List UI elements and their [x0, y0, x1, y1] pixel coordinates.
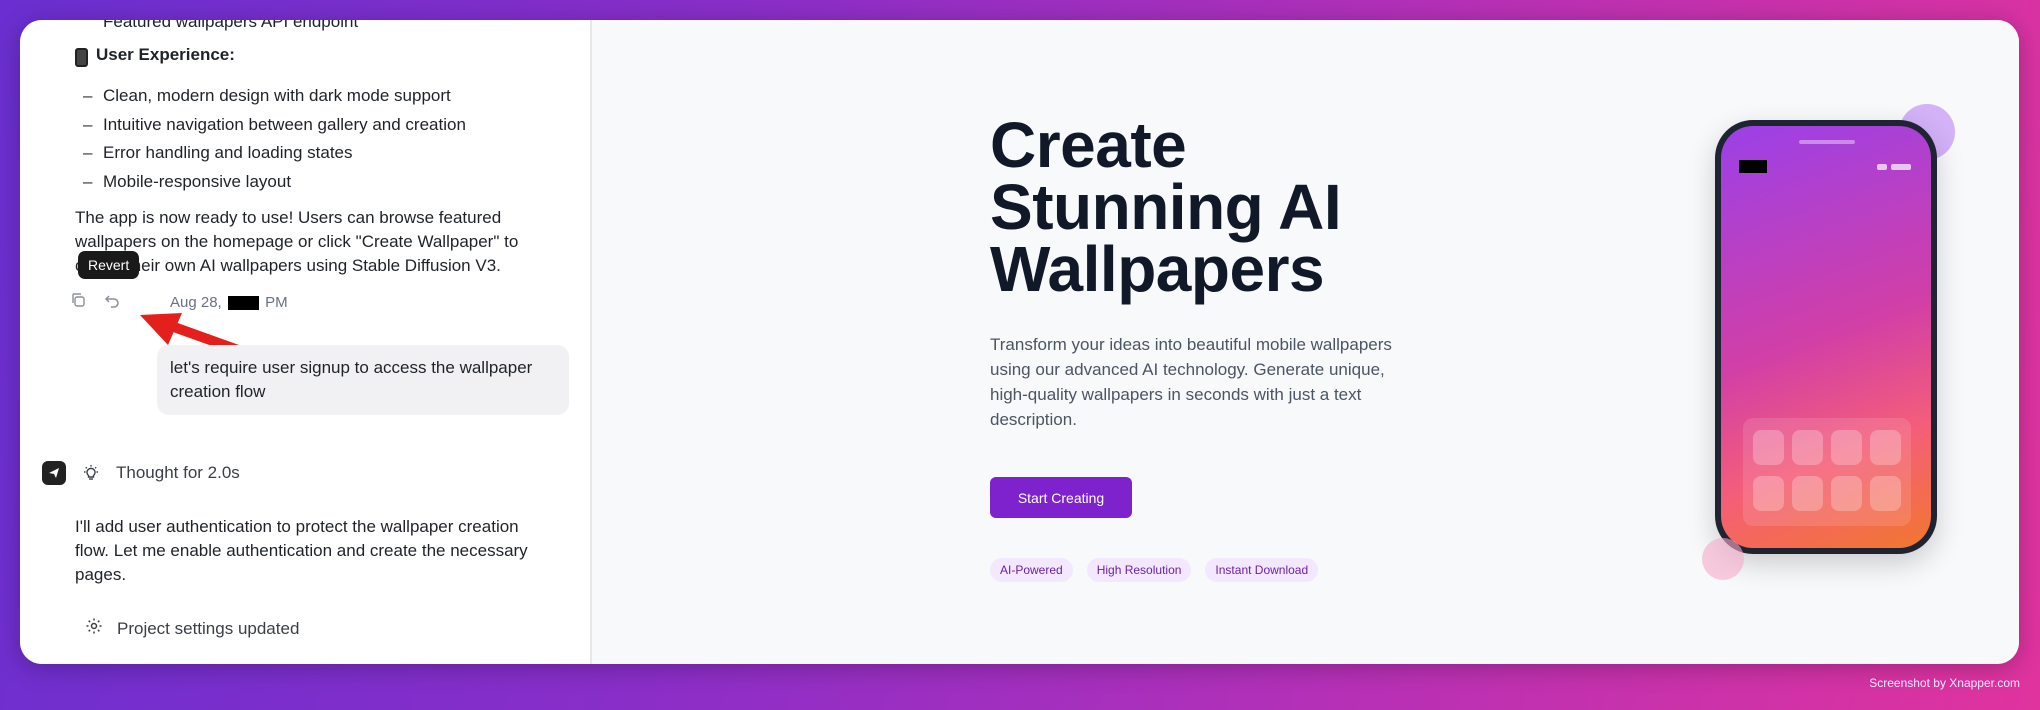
start-creating-button[interactable]: Start Creating	[990, 477, 1132, 518]
phone-notch	[1799, 140, 1855, 144]
list-item: – Clean, modern design with dark mode sup…	[83, 86, 451, 105]
clipped-list-item: Featured wallpapers API endpoint	[103, 20, 358, 32]
redacted-block	[1739, 160, 1767, 173]
hero-subtitle: Transform your ideas into beautiful mobi…	[990, 335, 1392, 429]
thought-label: Thought for 2.0s	[116, 463, 240, 482]
user-message: let's require user signup to access the …	[157, 345, 569, 415]
section-title-text: User Experience:	[96, 45, 235, 64]
app-tile	[1792, 476, 1823, 511]
decorative-bubble	[1702, 538, 1744, 580]
list-item-text: Intuitive navigation between gallery and…	[103, 114, 466, 134]
mobile-phone-icon	[75, 47, 88, 67]
phone-screen	[1721, 126, 1931, 548]
feature-tags: AI-Powered High Resolution Instant Downl…	[990, 558, 1319, 582]
phone-mockup	[1715, 120, 1937, 554]
chat-panel: Featured wallpapers API endpoint User Ex…	[20, 20, 592, 664]
tag-instant-download: Instant Download	[1205, 558, 1319, 582]
status-bar-icons	[1877, 164, 1911, 170]
hero-title-line: Wallpapers	[990, 233, 1325, 305]
clipped-line-text: Featured wallpapers API endpoint	[103, 20, 359, 31]
app-tile	[1753, 430, 1784, 465]
app-tile	[1831, 476, 1862, 511]
list-item: – Mobile-responsive layout	[83, 171, 292, 191]
app-tile	[1792, 430, 1823, 465]
settings-status-row: Project settings updated	[85, 617, 299, 640]
list-item-text: Error handling and loading states	[103, 143, 353, 162]
settings-status-text: Project settings updated	[117, 618, 300, 638]
screenshot-credit: Screenshot by Xnapper.com	[1869, 676, 2020, 690]
list-item: – Error handling and loading states	[83, 143, 353, 162]
app-window: Featured wallpapers API endpoint User Ex…	[20, 20, 2019, 664]
app-logo-icon	[42, 461, 66, 485]
thought-row[interactable]: Thought for 2.0s	[42, 461, 240, 485]
list-item-text: Clean, modern design with dark mode supp…	[103, 86, 451, 105]
message-actions	[68, 290, 122, 310]
battery-icon	[1891, 164, 1911, 170]
signal-icon	[1877, 164, 1887, 170]
section-heading: User Experience:	[75, 45, 235, 67]
gear-icon	[85, 617, 103, 640]
app-tile	[1753, 476, 1784, 511]
list-item: – Intuitive navigation between gallery an…	[83, 114, 466, 134]
list-item-text: Mobile-responsive layout	[103, 171, 292, 191]
lightbulb-icon	[80, 462, 102, 484]
tag-ai-powered: AI-Powered	[990, 558, 1073, 582]
assistant-summary: The app is now ready to use! Users can b…	[75, 208, 519, 275]
phone-app-grid	[1743, 418, 1911, 526]
app-preview: Create Stunning AI Wallpapers Transform …	[592, 20, 2019, 664]
feature-list: – Clean, modern design with dark mode sup…	[83, 82, 466, 196]
app-tile	[1831, 430, 1862, 465]
app-tile	[1870, 430, 1901, 465]
undo-icon[interactable]	[102, 290, 122, 310]
copy-icon[interactable]	[68, 290, 88, 310]
revert-tooltip: Revert	[78, 251, 140, 279]
assistant-response: I'll add user authentication to protect …	[75, 517, 528, 584]
hero-title: Create Stunning AI Wallpapers	[990, 113, 1410, 301]
app-tile	[1870, 476, 1901, 511]
tag-high-resolution: High Resolution	[1086, 558, 1192, 582]
